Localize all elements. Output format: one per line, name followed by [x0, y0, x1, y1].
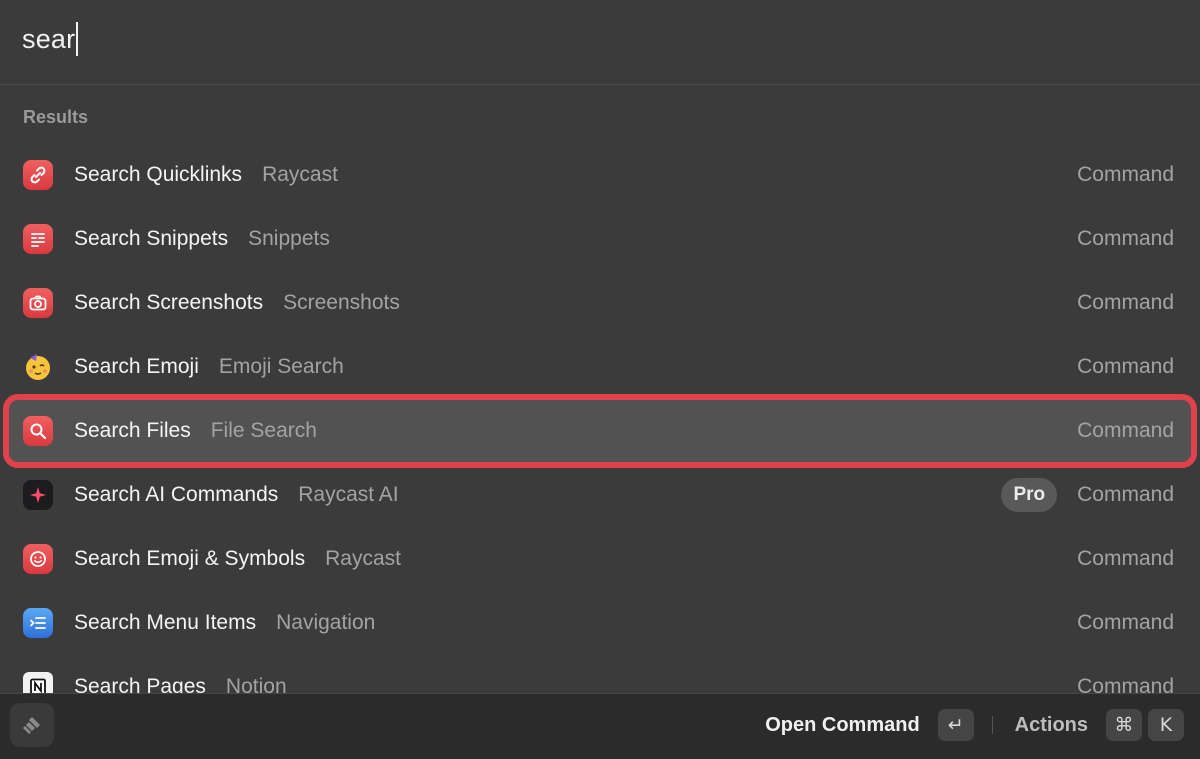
result-kind: Command [1077, 483, 1174, 506]
action-bar: Open Command ↵ Actions ⌘ K [0, 693, 1200, 759]
search-query: sear [22, 23, 76, 54]
result-row-search-emoji[interactable]: Search Emoji Emoji Search Command [8, 335, 1192, 399]
raycast-logo-icon[interactable] [10, 703, 54, 747]
result-row-search-pages[interactable]: Search Pages Notion Command [8, 655, 1192, 693]
results-list: Search Quicklinks Raycast Command Search… [0, 143, 1200, 693]
result-kind: Command [1077, 355, 1174, 378]
result-subtitle: Raycast AI [298, 483, 399, 506]
result-kind: Command [1077, 291, 1174, 314]
magnifier-icon [23, 416, 53, 446]
result-kind: Command [1077, 227, 1174, 250]
result-kind: Command [1077, 163, 1174, 186]
notion-icon [23, 672, 53, 693]
result-row-search-files[interactable]: Search Files File Search Command [3, 394, 1197, 468]
result-kind: Command [1077, 419, 1174, 442]
result-row-search-snippets[interactable]: Search Snippets Snippets Command [8, 207, 1192, 271]
result-subtitle: File Search [210, 419, 317, 442]
k-key: K [1148, 709, 1184, 741]
enter-key-icon: ↵ [937, 709, 974, 741]
command-key-icon: ⌘ [1106, 709, 1142, 741]
section-title: Results [23, 107, 89, 127]
raycast-window: sear Results Search Quicklinks Raycast C… [0, 0, 1200, 759]
text-caret [76, 22, 79, 56]
open-command-button[interactable]: Open Command [765, 714, 919, 737]
search-input[interactable]: sear [22, 22, 79, 56]
result-title: Search Menu Items [74, 611, 257, 634]
result-subtitle: Raycast [325, 547, 401, 570]
result-title: Search Pages [74, 675, 206, 693]
result-title: Search Emoji & Symbols [74, 547, 306, 570]
result-kind: Command [1077, 675, 1174, 693]
result-title: Search Quicklinks [74, 163, 243, 186]
result-title: Search AI Commands [74, 483, 279, 506]
search-bar[interactable]: sear [0, 0, 1200, 85]
party-emoji-icon [23, 352, 53, 382]
result-subtitle: Emoji Search [218, 355, 344, 378]
divider [991, 716, 993, 734]
result-subtitle: Screenshots [283, 291, 400, 314]
result-kind: Command [1077, 611, 1174, 634]
result-row-search-quicklinks[interactable]: Search Quicklinks Raycast Command [8, 143, 1192, 207]
smiley-icon [23, 544, 53, 574]
snippets-icon [23, 224, 53, 254]
result-row-search-ai-commands[interactable]: Search AI Commands Raycast AI Pro Comman… [8, 463, 1192, 527]
camera-icon [23, 288, 53, 318]
result-subtitle: Navigation [276, 611, 376, 634]
result-title: Search Files [74, 419, 191, 442]
result-title: Search Screenshots [74, 291, 264, 314]
actions-button[interactable]: Actions [1015, 714, 1088, 737]
result-row-search-menu-items[interactable]: Search Menu Items Navigation Command [8, 591, 1192, 655]
result-subtitle: Snippets [248, 227, 330, 250]
footer-actions: Open Command ↵ Actions ⌘ K [765, 708, 1184, 742]
result-kind: Command [1077, 547, 1174, 570]
result-title: Search Emoji [74, 355, 199, 378]
result-row-search-emoji-symbols[interactable]: Search Emoji & Symbols Raycast Command [8, 527, 1192, 591]
menu-list-icon [23, 608, 53, 638]
result-title: Search Snippets [74, 227, 229, 250]
link-icon [23, 160, 53, 190]
pro-badge: Pro [1001, 478, 1058, 512]
result-subtitle: Notion [225, 675, 287, 693]
result-row-search-screenshots[interactable]: Search Screenshots Screenshots Command [8, 271, 1192, 335]
sparkle-icon [23, 480, 53, 510]
result-subtitle: Raycast [262, 163, 338, 186]
